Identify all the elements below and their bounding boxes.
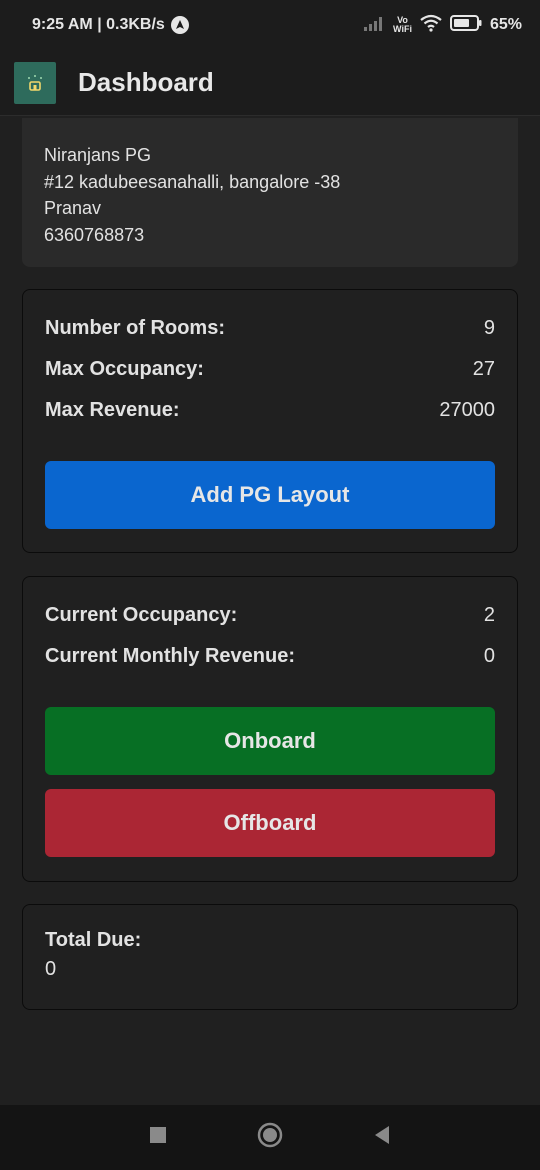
system-nav-bar (0, 1105, 540, 1170)
add-pg-layout-button[interactable]: Add PG Layout (45, 461, 495, 529)
app-bar: Dashboard (0, 50, 540, 116)
total-due-card: Total Due: 0 (22, 904, 518, 1010)
pg-phone: 6360768873 (44, 224, 145, 245)
current-status-card: Current Occupancy: 2 Current Monthly Rev… (22, 576, 518, 882)
offboard-button[interactable]: Offboard (45, 789, 495, 857)
onboard-button[interactable]: Onboard (45, 707, 495, 775)
pg-name: Niranjans PG (44, 145, 152, 165)
status-bar: 9:25 AM | 0.3KB/s Vo WiFi 65% (0, 0, 540, 50)
max-revenue-label: Max Revenue: (45, 399, 180, 421)
home-button[interactable] (257, 1122, 283, 1153)
current-occupancy-value: 2 (483, 604, 495, 626)
app-logo-icon (14, 61, 56, 104)
page-title: Dashboard (78, 67, 214, 97)
total-due-value: 0 (45, 958, 57, 980)
pg-owner: Pranav (44, 198, 102, 218)
pg-address: #12 kadubeesanahalli, bangalore -38 (44, 171, 341, 192)
recents-button[interactable] (149, 1126, 167, 1149)
pg-info-card: Niranjans PG #12 kadubeesanahalli, banga… (22, 118, 518, 267)
current-revenue-value: 0 (483, 645, 495, 667)
rooms-value: 9 (483, 317, 495, 339)
back-button[interactable] (373, 1125, 391, 1150)
status-left: 9:25 AM | 0.3KB/s (32, 16, 189, 34)
rooms-row: Number of Rooms: 9 (45, 308, 495, 349)
signal-icon (363, 15, 385, 36)
max-occupancy-value: 27 (472, 358, 495, 380)
max-occupancy-label: Max Occupancy: (45, 358, 204, 380)
current-occupancy-row: Current Occupancy: 2 (45, 595, 495, 636)
total-due-label: Total Due: (45, 929, 142, 951)
max-revenue-row: Max Revenue: 27000 (45, 390, 495, 431)
status-time-speed: 9:25 AM | 0.3KB/s (32, 16, 165, 33)
wifi-icon (420, 14, 442, 37)
volte-wifi-label: Vo WiFi (393, 15, 412, 34)
current-revenue-label: Current Monthly Revenue: (45, 645, 296, 667)
current-revenue-row: Current Monthly Revenue: 0 (45, 636, 495, 677)
rooms-label: Number of Rooms: (45, 317, 225, 339)
navigation-app-icon (170, 16, 189, 34)
max-occupancy-row: Max Occupancy: 27 (45, 349, 495, 390)
battery-percent: 65% (489, 16, 522, 33)
battery-icon (449, 14, 482, 36)
status-right: Vo WiFi 65% (363, 14, 522, 37)
current-occupancy-label: Current Occupancy: (45, 604, 238, 626)
max-revenue-value: 27000 (439, 399, 495, 421)
capacity-card: Number of Rooms: 9 Max Occupancy: 27 Max… (22, 289, 518, 553)
